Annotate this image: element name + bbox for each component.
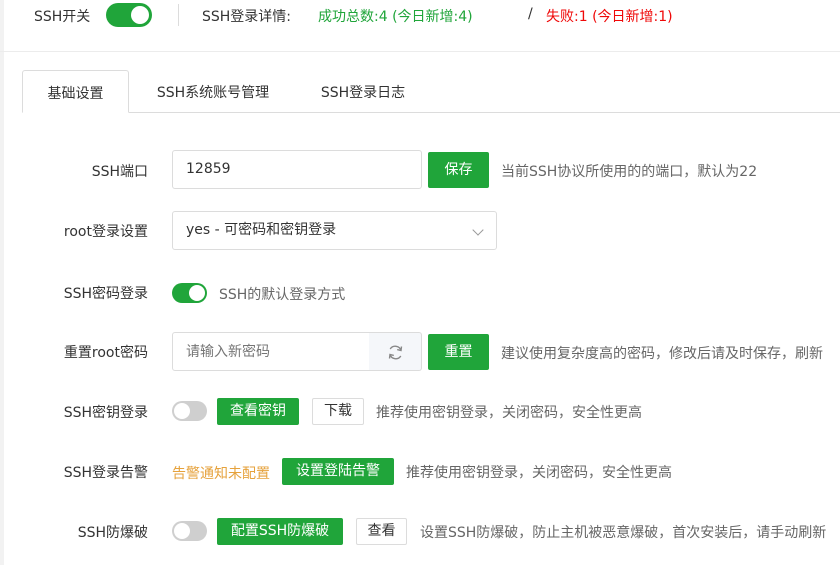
tab-ssh-accounts[interactable]: SSH系统账号管理: [153, 70, 273, 113]
reset-root-hint: 建议使用复杂度高的密码，修改后请及时保存，刷新: [501, 346, 823, 362]
root-login-select[interactable]: yes - 可密码和密钥登录: [172, 211, 497, 250]
new-password-input[interactable]: [172, 332, 370, 371]
tab-bar: 基础设置 SSH系统账号管理 SSH登录日志: [22, 70, 840, 113]
password-login-label: SSH密码登录: [63, 286, 148, 302]
refresh-icon: [388, 345, 403, 360]
reset-password-button[interactable]: 重置: [428, 334, 489, 370]
left-strip: [0, 0, 4, 565]
key-login-toggle[interactable]: [172, 401, 207, 421]
toggle-knob: [131, 6, 149, 24]
configure-anti-brute-button[interactable]: 配置SSH防爆破: [217, 518, 343, 545]
password-login-toggle[interactable]: [172, 283, 207, 303]
anti-brute-toggle[interactable]: [172, 521, 207, 541]
view-key-button[interactable]: 查看密钥: [217, 398, 299, 425]
ssh-status-bar: SSH开关 SSH登录详情: 成功总数:4 (今日新增:4) / 失败:1 (今…: [0, 0, 840, 52]
ssh-login-detail-label: SSH登录详情:: [202, 9, 292, 25]
root-login-selected-value: yes - 可密码和密钥登录: [186, 222, 337, 238]
save-port-button[interactable]: 保存: [428, 152, 489, 188]
reset-root-label: 重置root密码: [63, 345, 148, 361]
toggle-knob: [189, 285, 205, 301]
toggle-knob: [174, 403, 190, 419]
anti-brute-label: SSH防爆破: [77, 525, 148, 541]
port-label: SSH端口: [91, 164, 148, 180]
success-count: 成功总数:4 (今日新增:4): [318, 9, 473, 25]
generate-password-button[interactable]: [369, 332, 422, 371]
chevron-down-icon: [472, 224, 484, 236]
key-login-hint: 推荐使用密钥登录，关闭密码，安全性更高: [376, 405, 642, 421]
port-input[interactable]: 12859: [172, 150, 422, 189]
password-login-hint: SSH的默认登录方式: [219, 287, 346, 303]
login-alert-label: SSH登录告警: [63, 465, 148, 481]
view-anti-brute-button[interactable]: 查看: [356, 518, 407, 545]
fail-count: 失败:1 (今日新增:1): [546, 9, 673, 25]
root-login-label: root登录设置: [63, 224, 148, 240]
tab-basic-settings[interactable]: 基础设置: [22, 70, 129, 113]
ssh-switch-toggle[interactable]: [106, 3, 152, 27]
port-hint: 当前SSH协议所使用的的端口，默认为22: [501, 164, 758, 180]
download-key-button[interactable]: 下载: [312, 398, 364, 425]
configure-alert-button[interactable]: 设置登陆告警: [282, 458, 394, 485]
ssh-switch-label: SSH开关: [34, 9, 91, 25]
alert-not-configured: 告警通知未配置: [172, 466, 270, 482]
count-separator: /: [528, 6, 533, 22]
tab-ssh-login-log[interactable]: SSH登录日志: [318, 70, 408, 113]
key-login-label: SSH密钥登录: [63, 405, 148, 421]
toggle-knob: [174, 523, 190, 539]
anti-brute-hint: 设置SSH防爆破，防止主机被恶意爆破，首次安装后，请手动刷新: [420, 525, 827, 541]
divider: [178, 4, 179, 26]
login-alert-hint: 推荐使用密钥登录，关闭密码，安全性更高: [406, 465, 672, 481]
